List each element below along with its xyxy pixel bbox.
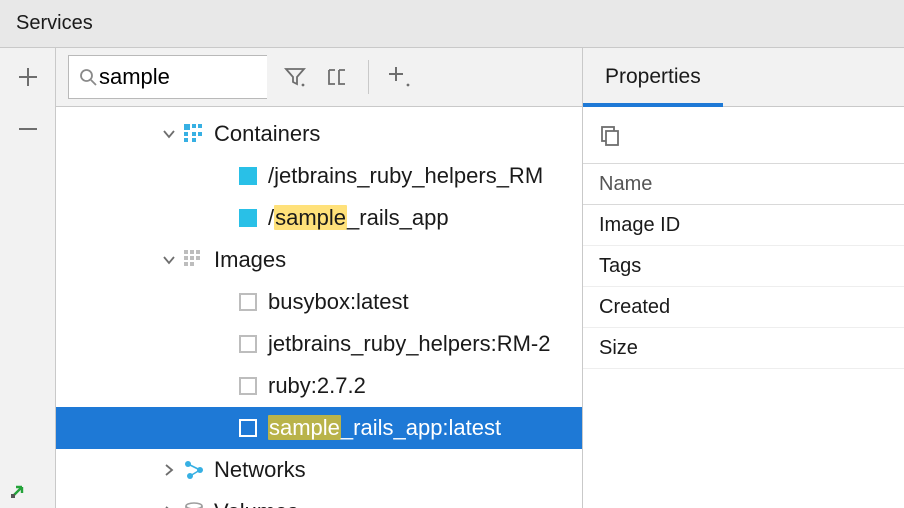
properties-pane: Properties Name Image ID Tags Created Si… — [582, 48, 904, 508]
search-icon — [79, 68, 97, 86]
prop-row[interactable]: Created — [583, 287, 904, 328]
tree-leaf-image[interactable]: jetbrains_ruby_helpers:RM-2 — [56, 323, 582, 365]
container-icon — [236, 206, 260, 230]
tree-leaf-image-selected[interactable]: sample_rails_app:latest — [56, 407, 582, 449]
tree-leaf-label: /sample_rails_app — [268, 205, 449, 231]
chevron-right-icon — [156, 463, 182, 477]
tree-leaf-label: busybox:latest — [268, 289, 409, 315]
prop-row[interactable]: Image ID — [583, 205, 904, 246]
main-column: Containers /jetbrains_ruby_helpers_RM /s… — [56, 48, 582, 508]
prop-row[interactable]: Size — [583, 328, 904, 369]
tree-node-label: Containers — [214, 121, 320, 147]
copy-button[interactable] — [599, 124, 621, 146]
image-icon — [236, 416, 260, 440]
panel-title: Services — [0, 0, 904, 48]
image-icon — [236, 332, 260, 356]
toolbar-separator — [368, 60, 369, 94]
image-icon — [236, 374, 260, 398]
tree-leaf-label: sample_rails_app:latest — [268, 415, 501, 441]
tree-leaf-label: ruby:2.7.2 — [268, 373, 366, 399]
tree-node-label: Volumes — [214, 499, 298, 508]
containers-icon — [182, 122, 206, 146]
search-box[interactable] — [68, 55, 267, 99]
group-button[interactable] — [323, 63, 351, 91]
search-input[interactable] — [97, 63, 257, 91]
popout-icon — [10, 481, 28, 499]
tree-node-label: Networks — [214, 457, 306, 483]
action-gutter — [0, 48, 56, 508]
tree-leaf-label: /jetbrains_ruby_helpers_RM — [268, 163, 543, 189]
images-icon — [182, 248, 206, 272]
group-icon — [324, 66, 350, 88]
copy-icon — [599, 124, 621, 146]
plus-icon — [19, 68, 37, 86]
funnel-icon — [284, 66, 306, 88]
properties-toolbar — [583, 107, 904, 164]
tree-node-label: Images — [214, 247, 286, 273]
tree-node-volumes[interactable]: Volumes — [56, 491, 582, 508]
image-icon — [236, 290, 260, 314]
tree-node-containers[interactable]: Containers — [56, 113, 582, 155]
tree-leaf-container[interactable]: /jetbrains_ruby_helpers_RM — [56, 155, 582, 197]
remove-button[interactable] — [17, 118, 39, 140]
add-service-button[interactable] — [386, 63, 414, 91]
services-tree: Containers /jetbrains_ruby_helpers_RM /s… — [56, 107, 582, 508]
popout-button[interactable] — [8, 479, 30, 501]
tree-leaf-container[interactable]: /sample_rails_app — [56, 197, 582, 239]
network-icon — [182, 458, 206, 482]
toolbar — [56, 48, 582, 107]
plus-dropdown-icon — [388, 66, 412, 88]
add-config-button[interactable] — [17, 66, 39, 88]
chevron-down-icon — [156, 127, 182, 141]
volume-icon — [182, 500, 206, 508]
chevron-down-icon — [156, 253, 182, 267]
tree-leaf-image[interactable]: ruby:2.7.2 — [56, 365, 582, 407]
filter-button[interactable] — [281, 63, 309, 91]
prop-row[interactable]: Tags — [583, 246, 904, 287]
tree-leaf-label: jetbrains_ruby_helpers:RM-2 — [268, 331, 550, 357]
panel-body: Containers /jetbrains_ruby_helpers_RM /s… — [0, 48, 904, 508]
container-icon — [236, 164, 260, 188]
properties-grid: Name Image ID Tags Created Size — [583, 164, 904, 369]
tab-properties[interactable]: Properties — [583, 48, 723, 106]
column-header-name[interactable]: Name — [583, 164, 904, 205]
properties-tabs: Properties — [583, 48, 904, 107]
tree-node-images[interactable]: Images — [56, 239, 582, 281]
tree-node-networks[interactable]: Networks — [56, 449, 582, 491]
tree-leaf-image[interactable]: busybox:latest — [56, 281, 582, 323]
minus-icon — [19, 120, 37, 138]
